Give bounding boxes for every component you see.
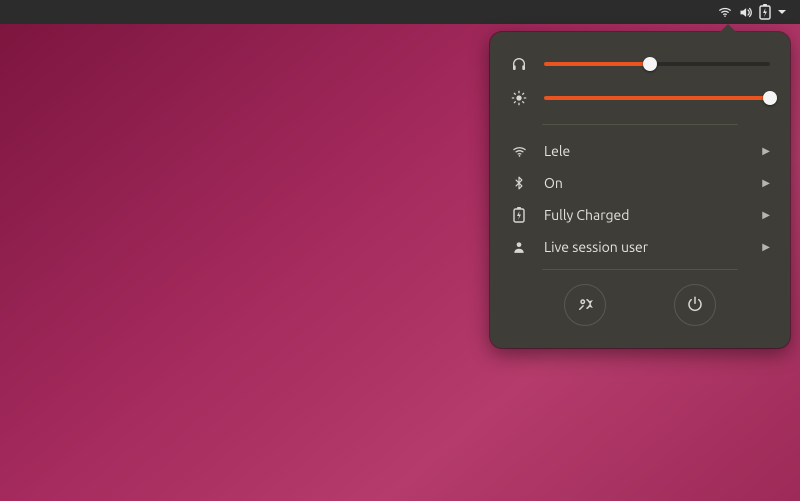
popover-footer <box>510 284 770 326</box>
volume-indicator-icon[interactable] <box>738 5 753 20</box>
system-menu-list: Lele ▶ On ▶ Fully Charged ▶ <box>510 135 770 263</box>
wifi-label: Lele <box>544 143 746 159</box>
settings-button[interactable] <box>564 284 606 326</box>
bluetooth-menu-item[interactable]: On ▶ <box>510 167 770 199</box>
chevron-right-icon: ▶ <box>762 177 770 189</box>
battery-icon <box>510 207 528 223</box>
wifi-menu-item[interactable]: Lele ▶ <box>510 135 770 167</box>
wifi-indicator-icon[interactable] <box>718 5 732 19</box>
battery-menu-item[interactable]: Fully Charged ▶ <box>510 199 770 231</box>
user-menu-item[interactable]: Live session user ▶ <box>510 231 770 263</box>
system-menu-popover: Lele ▶ On ▶ Fully Charged ▶ <box>490 32 790 348</box>
user-icon <box>510 240 528 254</box>
chevron-right-icon: ▶ <box>762 145 770 157</box>
user-label: Live session user <box>544 239 746 255</box>
brightness-slider[interactable] <box>544 91 770 105</box>
top-bar <box>0 0 800 24</box>
system-menu-caret-icon[interactable] <box>777 7 787 17</box>
volume-slider-row <box>510 56 770 72</box>
separator <box>542 269 738 270</box>
popover-arrow <box>720 24 736 32</box>
brightness-slider-row <box>510 90 770 106</box>
power-icon <box>686 295 704 316</box>
chevron-right-icon: ▶ <box>762 209 770 221</box>
power-button[interactable] <box>674 284 716 326</box>
settings-icon <box>576 295 594 316</box>
wifi-icon <box>510 144 528 159</box>
volume-slider[interactable] <box>544 57 770 71</box>
chevron-right-icon: ▶ <box>762 241 770 253</box>
bluetooth-icon <box>510 175 528 191</box>
brightness-icon <box>510 90 528 106</box>
headphones-icon <box>510 56 528 72</box>
battery-indicator-icon[interactable] <box>759 4 771 20</box>
battery-label: Fully Charged <box>544 207 746 223</box>
bluetooth-label: On <box>544 175 746 191</box>
separator <box>542 124 738 125</box>
